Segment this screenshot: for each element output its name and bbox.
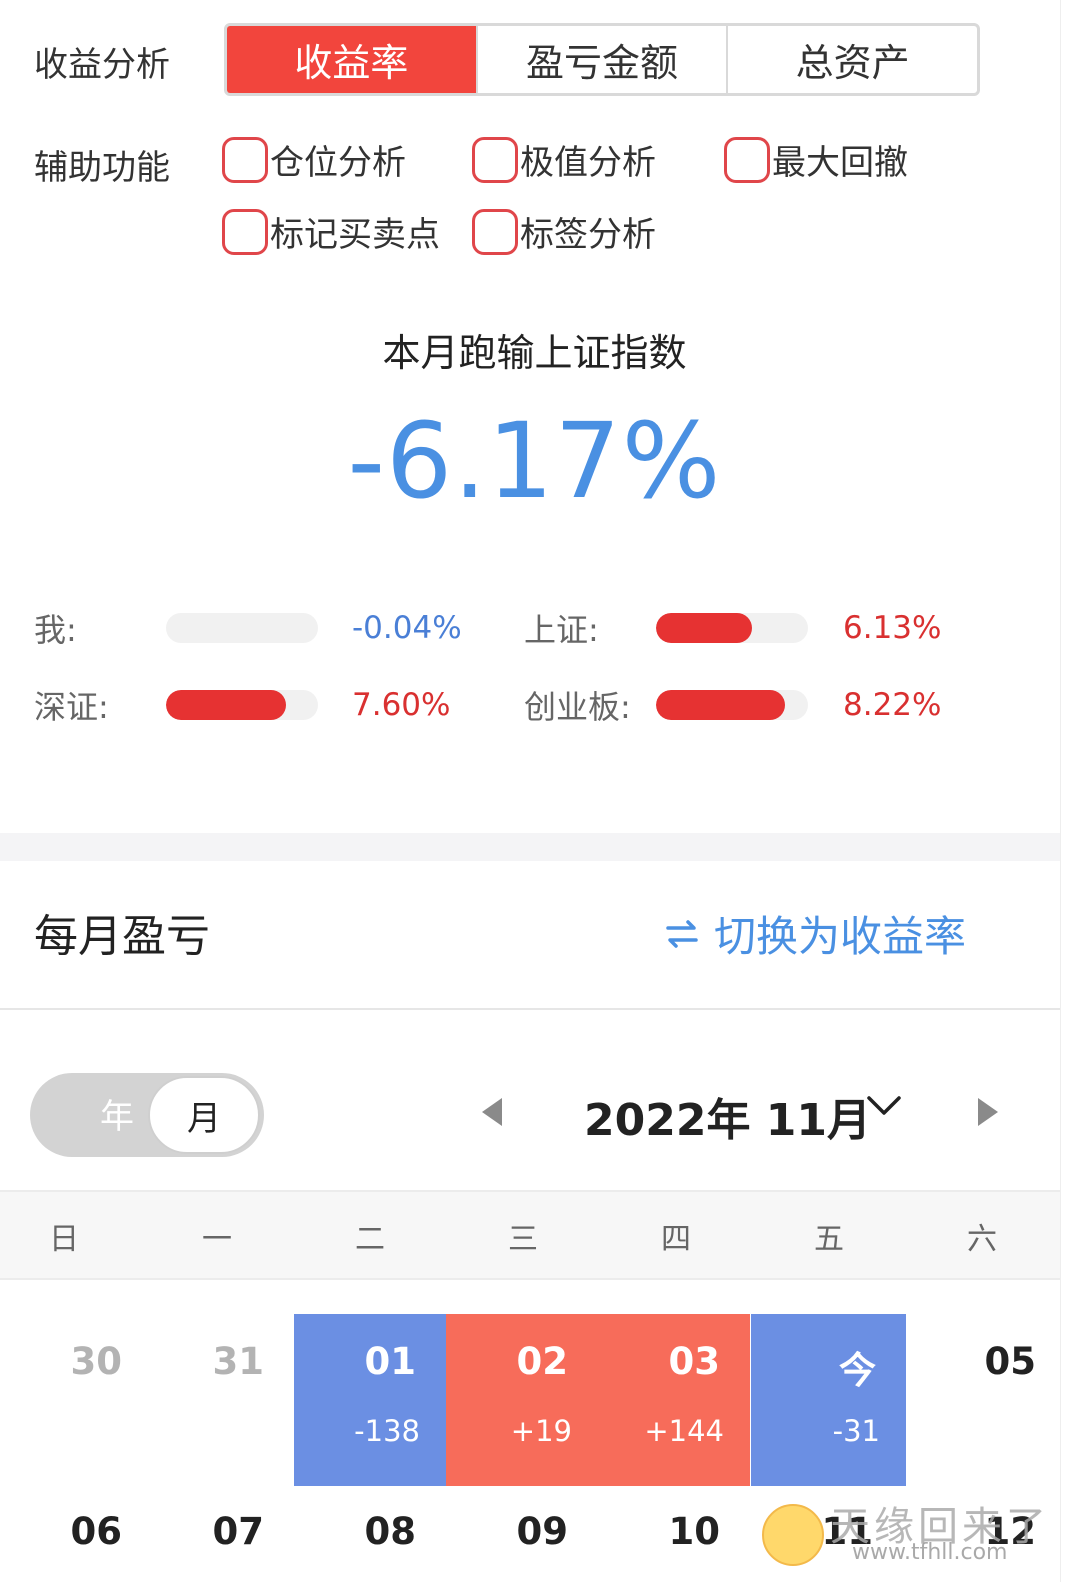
- benchmark-value: 6.13%: [843, 610, 942, 646]
- monthly-title: 每月盈亏: [34, 911, 210, 962]
- day-pnl: -138: [354, 1414, 420, 1448]
- day-number: 08: [364, 1510, 417, 1553]
- switch-label: 切换为收益率: [714, 912, 967, 961]
- analysis-label: 收益分析: [34, 45, 170, 85]
- calendar-day[interactable]: 06: [0, 1486, 152, 1582]
- analysis-tab-group: 收益率 盈亏金额 总资产: [224, 23, 980, 96]
- prev-month-icon[interactable]: [482, 1098, 502, 1126]
- day-number: 05: [984, 1340, 1037, 1383]
- checkbox-max-drawdown[interactable]: 最大回撤: [724, 135, 908, 184]
- swap-icon: [666, 919, 698, 948]
- weekday-label: 六: [967, 1222, 997, 1257]
- day-number: 02: [516, 1340, 569, 1383]
- checkbox-label: 最大回撤: [772, 143, 908, 183]
- benchmark-sz: 深证:: [34, 685, 109, 726]
- compare-value: -6.17%: [347, 400, 722, 522]
- calendar-day[interactable]: 08: [294, 1486, 446, 1582]
- checkbox-label: 极值分析: [520, 143, 656, 183]
- checkbox-mark-trades[interactable]: 标记买卖点: [222, 207, 440, 256]
- calendar-day[interactable]: 07: [142, 1486, 294, 1582]
- day-number: 06: [70, 1510, 123, 1553]
- benchmark-value: 8.22%: [843, 687, 942, 723]
- benchmark-sh: 上证:: [524, 608, 599, 649]
- weekday-label: 二: [355, 1222, 385, 1257]
- tab-profit-amount[interactable]: 盈亏金额: [478, 26, 729, 93]
- benchmark-value: 7.60%: [352, 687, 451, 723]
- checkbox-box[interactable]: [222, 136, 268, 183]
- watermark-url: www.tfhll.com: [852, 1540, 1008, 1565]
- benchmark-name: 深证:: [34, 688, 109, 726]
- checkbox-box[interactable]: [472, 136, 518, 183]
- calendar-day[interactable]: 30: [0, 1314, 152, 1486]
- checkbox-extreme-analysis[interactable]: 极值分析: [472, 135, 656, 184]
- day-number: 09: [516, 1510, 569, 1553]
- benchmark-name: 我:: [34, 611, 77, 649]
- day-pnl: -31: [832, 1414, 880, 1448]
- benchmark-fill: [656, 613, 752, 643]
- tab-return-rate[interactable]: 收益率: [227, 26, 478, 93]
- weekday-label: 日: [49, 1222, 79, 1257]
- calendar-day[interactable]: 01 -138: [294, 1314, 446, 1486]
- checkbox-box[interactable]: [222, 208, 268, 255]
- day-number: 07: [212, 1510, 265, 1553]
- right-edge: [1060, 0, 1069, 1582]
- calendar-day-today[interactable]: 今 -31: [751, 1314, 906, 1486]
- checkbox-box[interactable]: [472, 208, 518, 255]
- day-number: 今: [839, 1349, 876, 1392]
- benchmark-name: 创业板:: [524, 688, 631, 726]
- aux-label: 辅助功能: [34, 148, 170, 188]
- month-label[interactable]: 2022年 11月: [584, 1084, 871, 1148]
- compare-title: 本月跑输上证指数: [382, 331, 687, 375]
- day-number: 30: [70, 1340, 123, 1383]
- benchmark-cyb: 创业板:: [524, 685, 631, 726]
- checkbox-position-analysis[interactable]: 仓位分析: [222, 135, 406, 184]
- toggle-month[interactable]: 月: [148, 1076, 260, 1154]
- switch-to-return-rate-link[interactable]: 切换为收益率: [660, 903, 966, 964]
- day-pnl: +144: [644, 1414, 724, 1448]
- watermark-face-icon: [762, 1504, 824, 1566]
- calendar-day[interactable]: 31: [142, 1314, 294, 1486]
- day-number: 03: [668, 1340, 721, 1383]
- chevron-down-icon[interactable]: [866, 1094, 902, 1118]
- benchmark-name: 上证:: [524, 611, 599, 649]
- checkbox-label: 标签分析: [520, 215, 656, 255]
- section-separator: [0, 833, 1060, 861]
- year-month-toggle[interactable]: 年 月: [30, 1073, 264, 1157]
- benchmark-value: -0.04%: [352, 610, 462, 646]
- calendar-day[interactable]: 10: [598, 1486, 750, 1582]
- calendar-day[interactable]: 05: [906, 1314, 1058, 1486]
- checkbox-box[interactable]: [724, 136, 770, 183]
- checkbox-label: 标记买卖点: [270, 215, 440, 255]
- checkbox-label: 仓位分析: [270, 143, 406, 183]
- weekday-label: 三: [508, 1222, 538, 1257]
- weekday-label: 一: [202, 1222, 232, 1257]
- tab-total-assets[interactable]: 总资产: [728, 26, 977, 93]
- benchmark-me: 我:: [34, 608, 77, 649]
- benchmark-fill: [166, 690, 287, 720]
- day-number: 01: [364, 1340, 417, 1383]
- watermark: 天缘回来了 www.tfhll.com: [756, 1492, 1056, 1576]
- calendar-day[interactable]: 02 +19: [446, 1314, 598, 1486]
- day-number: 31: [212, 1340, 265, 1383]
- checkbox-tag-analysis[interactable]: 标签分析: [472, 207, 656, 256]
- divider: [0, 1008, 1060, 1010]
- day-pnl: +19: [510, 1414, 572, 1448]
- toggle-year[interactable]: 年: [100, 1089, 134, 1138]
- calendar-day[interactable]: 03 +144: [598, 1314, 750, 1486]
- weekday-label: 四: [661, 1222, 691, 1257]
- next-month-icon[interactable]: [978, 1098, 998, 1126]
- day-number: 10: [668, 1510, 721, 1553]
- weekday-label: 五: [814, 1222, 844, 1257]
- weekday-header: 日 一 二 三 四 五 六: [0, 1190, 1060, 1280]
- calendar-day[interactable]: 09: [446, 1486, 598, 1582]
- benchmark-fill: [656, 690, 786, 720]
